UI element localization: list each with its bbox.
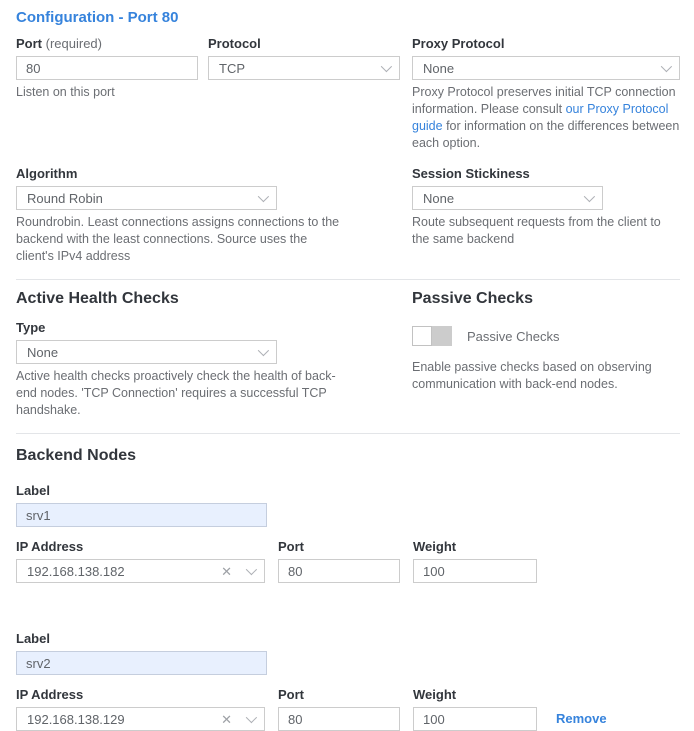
remove-node-button[interactable]: Remove (556, 711, 607, 731)
proxy-protocol-select[interactable]: None (412, 56, 680, 80)
node-label-input[interactable] (16, 503, 267, 527)
ip-address-value: 192.168.138.129 (27, 712, 125, 727)
port-helper-text: Listen on this port (16, 84, 198, 101)
node-weight-label: Weight (413, 540, 537, 554)
protocol-select[interactable]: TCP (208, 56, 400, 80)
health-check-type-select[interactable]: None (16, 340, 277, 364)
passive-checks-section: Passive Checks Passive Checks Enable pas… (412, 280, 680, 419)
protocol-label: Protocol (208, 37, 400, 51)
chevron-down-icon (584, 191, 595, 202)
backend-nodes-heading: Backend Nodes (16, 447, 680, 465)
passive-checks-toggle-row: Passive Checks (412, 326, 680, 346)
node-label-label: Label (16, 632, 267, 646)
session-stickiness-helper-text: Route subsequent requests from the clien… (412, 214, 680, 248)
row-algorithm-stickiness: Algorithm Round Robin Roundrobin. Least … (16, 167, 680, 265)
configuration-panel: Configuration - Port 80 Port (required) … (0, 0, 694, 731)
ip-address-label: IP Address (16, 540, 265, 554)
backend-node-srv1: Label IP Address 192.168.138.182 ✕ Port (16, 484, 680, 583)
backend-node-srv2: Label IP Address 192.168.138.129 ✕ Port (16, 632, 680, 731)
proxy-protocol-label: Proxy Protocol (412, 37, 680, 51)
passive-checks-toggle-label: Passive Checks (467, 329, 559, 344)
node-label-input[interactable] (16, 651, 267, 675)
node-port-input[interactable] (278, 559, 400, 583)
node-weight-input[interactable] (413, 559, 537, 583)
node-port-field-group: Port (278, 540, 400, 583)
chevron-down-icon (258, 191, 269, 202)
row-port-protocol: Port (required) Listen on this port Prot… (16, 37, 680, 152)
node-label-label: Label (16, 484, 267, 498)
node-weight-label: Weight (413, 688, 537, 702)
ip-address-label: IP Address (16, 688, 265, 702)
ip-field-group: IP Address 192.168.138.182 ✕ (16, 540, 265, 583)
algorithm-field-group: Algorithm Round Robin Roundrobin. Least … (16, 167, 412, 265)
chevron-down-icon (246, 564, 257, 575)
toggle-knob-icon (412, 326, 432, 346)
protocol-field-group: Protocol TCP (208, 37, 400, 152)
passive-checks-toggle[interactable] (412, 326, 452, 346)
proxy-protocol-field-group: Proxy Protocol None Proxy Protocol prese… (412, 37, 680, 152)
node-port-input[interactable] (278, 707, 400, 731)
row-health-checks: Active Health Checks Type None Active he… (16, 280, 680, 419)
chevron-down-icon (661, 61, 672, 72)
active-health-checks-helper-text: Active health checks proactively check t… (16, 368, 346, 419)
session-stickiness-label: Session Stickiness (412, 167, 680, 181)
node-port-label: Port (278, 540, 400, 554)
health-check-type-label: Type (16, 321, 412, 335)
ip-field-group: IP Address 192.168.138.129 ✕ (16, 688, 265, 731)
algorithm-label: Algorithm (16, 167, 412, 181)
ip-address-value: 192.168.138.182 (27, 564, 125, 579)
section-divider (16, 433, 680, 434)
node-weight-input[interactable] (413, 707, 537, 731)
algorithm-select[interactable]: Round Robin (16, 186, 277, 210)
ip-address-combobox[interactable]: 192.168.138.182 ✕ (16, 559, 265, 583)
node-weight-field-group: Weight (413, 688, 537, 731)
node-weight-field-group: Weight (413, 540, 537, 583)
page-title: Configuration - Port 80 (16, 9, 680, 26)
port-label: Port (required) (16, 37, 198, 51)
proxy-protocol-helper-text: Proxy Protocol preserves initial TCP con… (412, 84, 680, 152)
clear-icon[interactable]: ✕ (221, 713, 232, 726)
node-label-field-group: Label (16, 632, 267, 675)
passive-checks-heading: Passive Checks (412, 290, 680, 308)
ip-address-combobox[interactable]: 192.168.138.129 ✕ (16, 707, 265, 731)
node-label-field-group: Label (16, 484, 267, 527)
passive-checks-helper-text: Enable passive checks based on observing… (412, 359, 680, 393)
proxy-protocol-select-value: None (423, 61, 454, 76)
algorithm-helper-text: Roundrobin. Least connections assigns co… (16, 214, 346, 265)
clear-icon[interactable]: ✕ (221, 565, 232, 578)
active-health-checks-section: Active Health Checks Type None Active he… (16, 280, 412, 419)
session-stickiness-select-value: None (423, 191, 454, 206)
node-address-row: IP Address 192.168.138.129 ✕ Port Weight… (16, 688, 680, 731)
port-input[interactable] (16, 56, 198, 80)
port-field-group: Port (required) Listen on this port (16, 37, 198, 152)
required-note: (required) (46, 36, 102, 51)
algorithm-select-value: Round Robin (27, 191, 103, 206)
health-check-type-select-value: None (27, 345, 58, 360)
active-health-checks-heading: Active Health Checks (16, 290, 412, 308)
chevron-down-icon (381, 61, 392, 72)
protocol-select-value: TCP (219, 61, 245, 76)
node-address-row: IP Address 192.168.138.182 ✕ Port Weight (16, 540, 680, 583)
node-port-field-group: Port (278, 688, 400, 731)
node-port-label: Port (278, 688, 400, 702)
chevron-down-icon (246, 712, 257, 723)
session-stickiness-select[interactable]: None (412, 186, 603, 210)
chevron-down-icon (258, 345, 269, 356)
session-stickiness-field-group: Session Stickiness None Route subsequent… (412, 167, 680, 265)
